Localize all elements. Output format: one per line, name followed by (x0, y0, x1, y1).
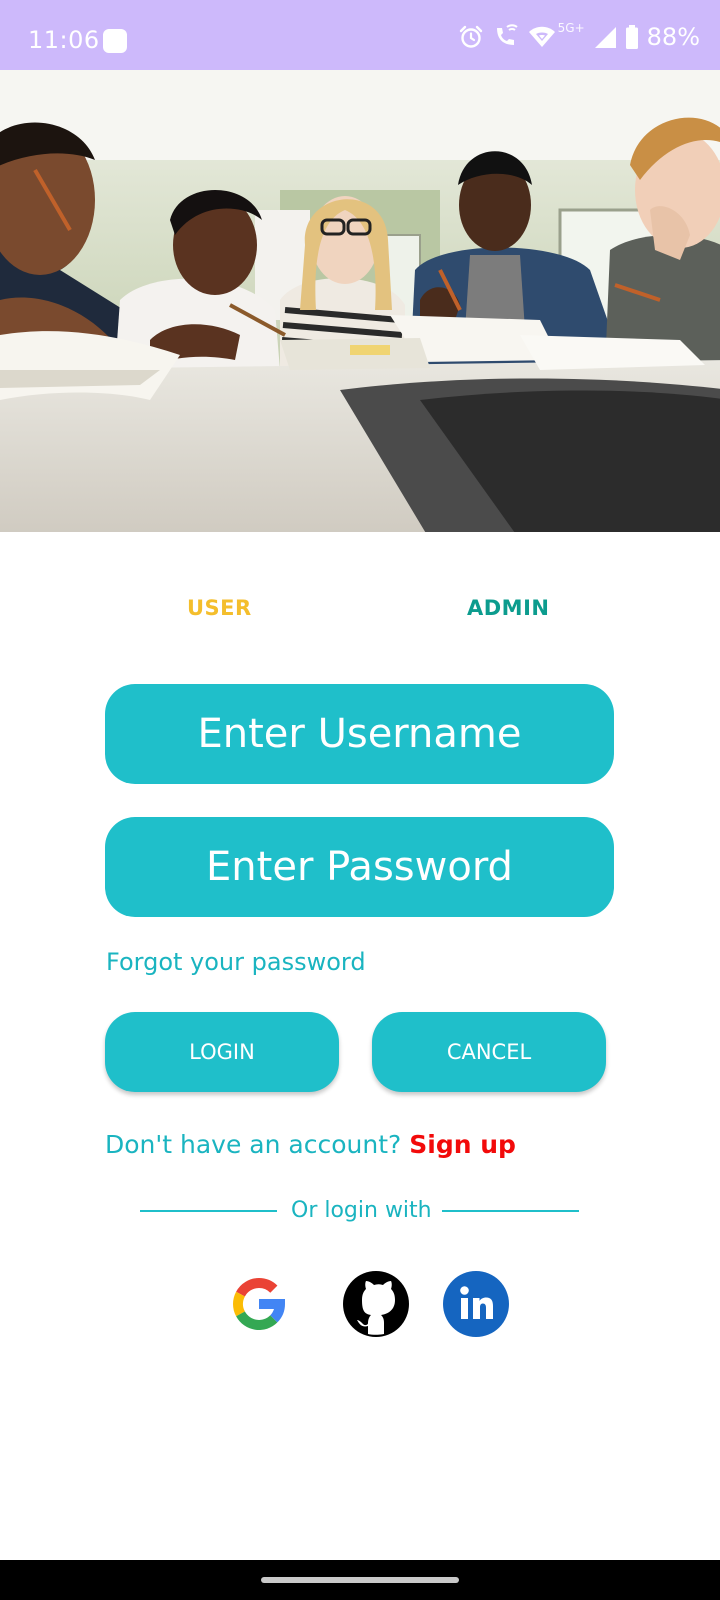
status-bar: 11:06 5G+ 88% (0, 0, 720, 70)
app-notification-icon (103, 29, 127, 53)
signup-link[interactable]: Sign up (409, 1130, 516, 1159)
divider-line-left (140, 1210, 277, 1212)
cancel-button[interactable]: CANCEL (372, 1012, 606, 1092)
login-screen: 11:06 5G+ 88% USER ADMIN Enter Username … (0, 0, 720, 1600)
github-icon[interactable] (342, 1270, 410, 1338)
divider-line-right (442, 1210, 579, 1212)
battery-icon (625, 25, 638, 49)
linkedin-icon[interactable] (442, 1270, 510, 1338)
system-navigation-bar (0, 1560, 720, 1600)
wifi-icon (528, 26, 555, 47)
signup-prompt: Don't have an account? Sign up (105, 1130, 516, 1159)
hero-image (0, 70, 720, 532)
alarm-icon (459, 25, 482, 48)
login-button[interactable]: LOGIN (105, 1012, 339, 1092)
signal-icon (594, 27, 616, 48)
google-icon[interactable] (225, 1270, 293, 1338)
battery-percentage: 88% (646, 23, 700, 51)
tab-admin[interactable]: ADMIN (467, 596, 549, 620)
home-gesture-handle[interactable] (261, 1577, 459, 1583)
network-type-label: 5G+ (557, 21, 585, 35)
wifi-calling-icon (496, 24, 518, 45)
or-login-with-label: Or login with (291, 1198, 432, 1223)
password-input[interactable] (105, 817, 614, 917)
status-icons: 5G+ 88% (458, 21, 700, 52)
username-input[interactable] (105, 684, 614, 784)
status-time: 11:06 (28, 26, 100, 54)
no-account-text: Don't have an account? (105, 1130, 402, 1159)
forgot-password-link[interactable]: Forgot your password (106, 948, 366, 976)
tab-user[interactable]: USER (187, 596, 252, 620)
